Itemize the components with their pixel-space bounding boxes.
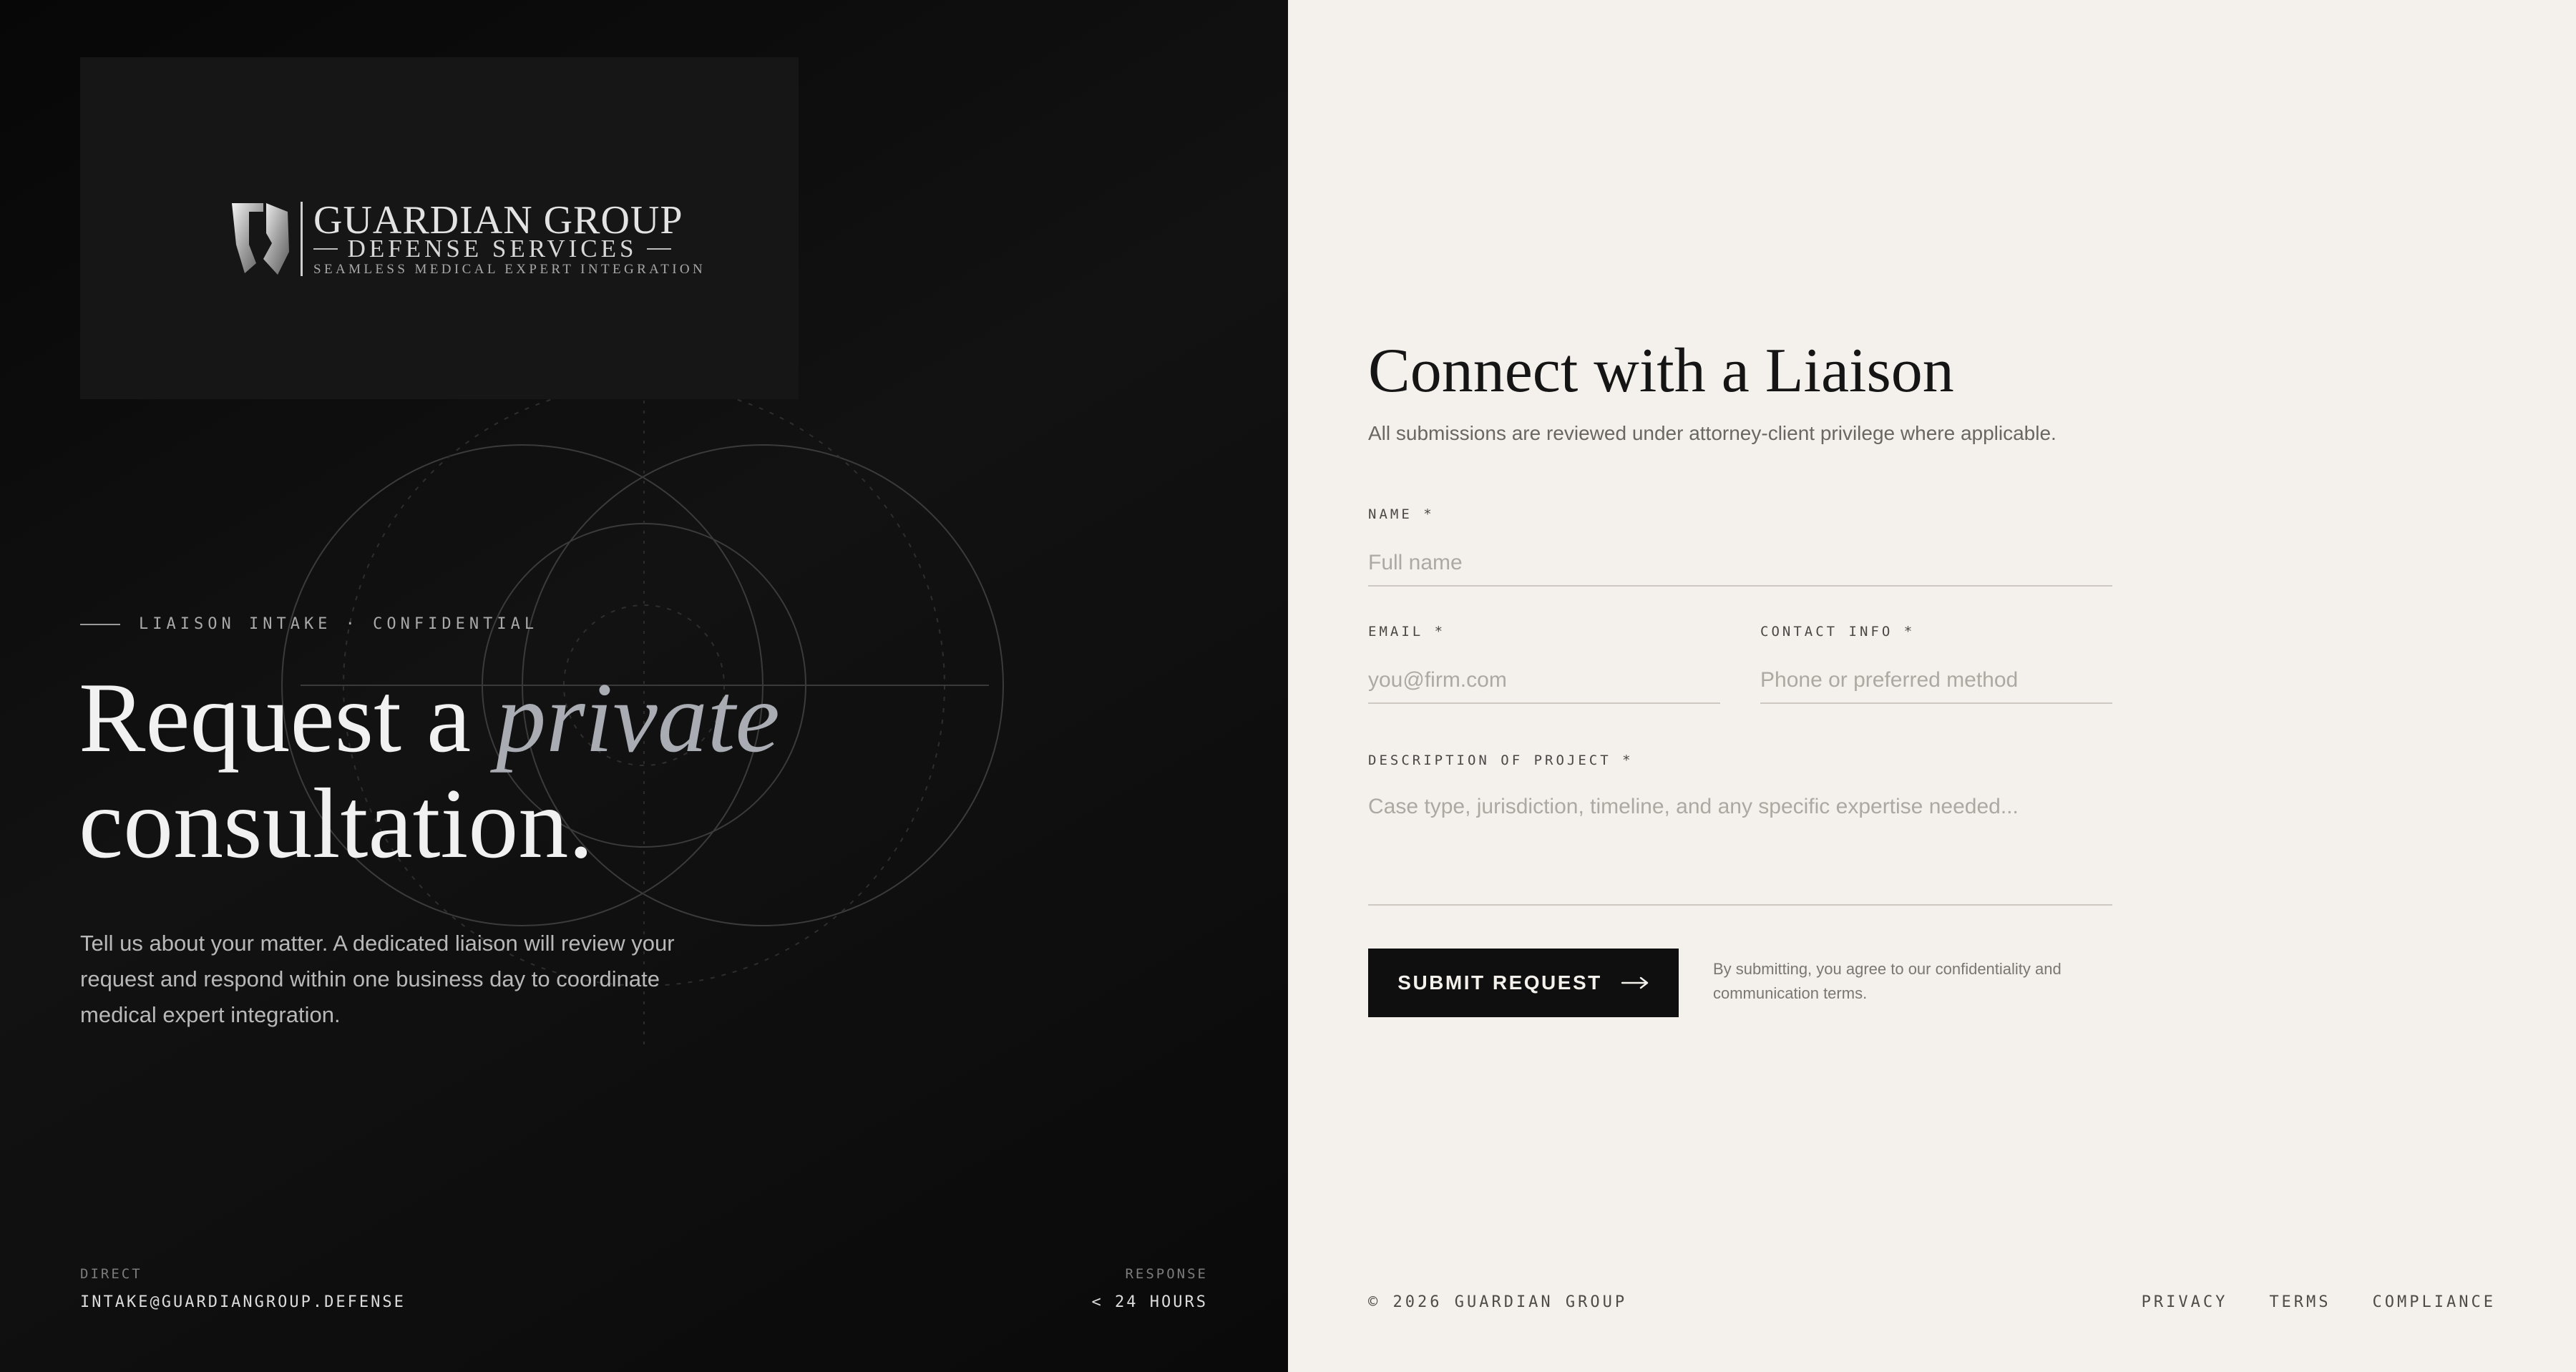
form-subtitle: All submissions are reviewed under attor… (1368, 422, 2057, 444)
brand-tagline: SEAMLESS MEDICAL EXPERT INTEGRATION (313, 262, 706, 277)
description-textarea[interactable] (1368, 793, 2112, 906)
footer-link-privacy[interactable]: PRIVACY (2142, 1293, 2228, 1311)
consent-note: By submitting, you agree to our confiden… (1713, 960, 2062, 1002)
eyebrow-label: LIAISON INTAKE · CONFIDENTIAL (139, 615, 539, 633)
shield-helmet-logo-icon (232, 203, 289, 275)
contact-info-input[interactable] (1760, 658, 2112, 704)
submit-request-button[interactable]: SUBMIT REQUEST (1368, 949, 1679, 1017)
copyright: © 2026 GUARDIAN GROUP (1368, 1293, 1628, 1311)
logo-divider (301, 202, 303, 276)
footer-links: PRIVACY TERMS COMPLIANCE (2142, 1293, 2496, 1311)
brand-division-row: DEFENSE SERVICES (313, 235, 672, 263)
intro-panel: GUARDIAN GROUP DEFENSE SERVICES SEAMLESS… (0, 0, 1288, 1372)
response-label: RESPONSE (1125, 1266, 1208, 1282)
description-label: DESCRIPTION OF PROJECT * (1368, 753, 1634, 768)
headline-end: consultation. (79, 768, 594, 879)
email-label: EMAIL * (1368, 624, 1446, 640)
form-title: Connect with a Liaison (1368, 336, 1954, 406)
footer-link-terms[interactable]: TERMS (2269, 1293, 2331, 1311)
contact-info-label: CONTACT INFO * (1760, 624, 1916, 640)
response-time: < 24 HOURS (1091, 1293, 1208, 1311)
name-label: NAME * (1368, 506, 1435, 522)
email-input[interactable] (1368, 658, 1720, 704)
eyebrow-rule (80, 623, 120, 625)
eyebrow: LIAISON INTAKE · CONFIDENTIAL (80, 615, 538, 633)
headline-emphasis: private (496, 662, 780, 773)
headline-start: Request a (79, 662, 497, 773)
arrow-right-icon (1621, 976, 1648, 989)
page-headline: Request a private consultation. (79, 665, 780, 877)
direct-email-link[interactable]: INTAKE@GUARDIANGROUP.DEFENSE (80, 1293, 406, 1311)
divider (647, 248, 672, 250)
submit-label: SUBMIT REQUEST (1397, 971, 1602, 994)
form-panel: Connect with a Liaison All submissions a… (1288, 0, 2576, 1372)
name-input[interactable] (1368, 541, 2112, 587)
direct-label: DIRECT (80, 1266, 142, 1282)
footer-link-compliance[interactable]: COMPLIANCE (2373, 1293, 2496, 1311)
brand-division: DEFENSE SERVICES (347, 235, 638, 263)
divider (313, 248, 338, 250)
lead-paragraph: Tell us about your matter. A dedicated l… (80, 931, 675, 1027)
